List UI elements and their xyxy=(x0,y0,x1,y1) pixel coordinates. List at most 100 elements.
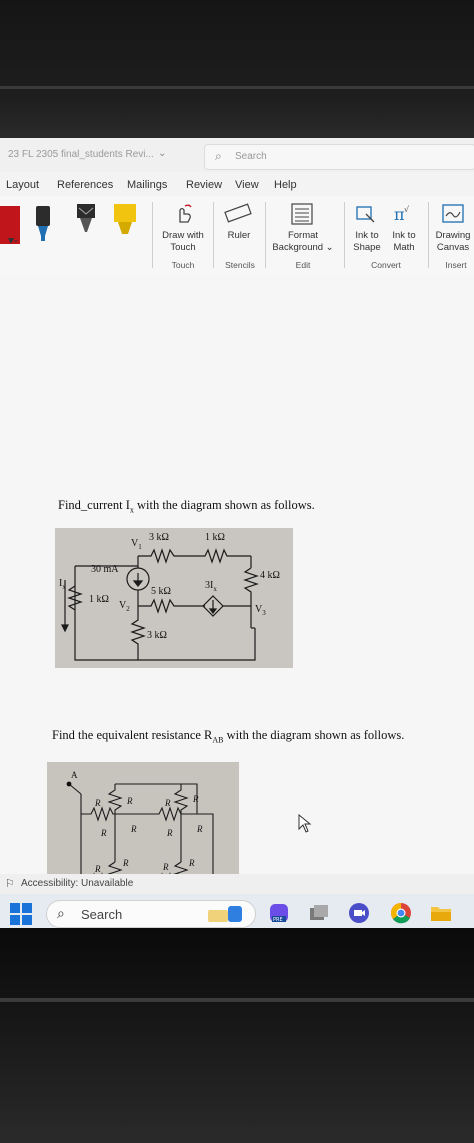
widget-icon[interactable] xyxy=(206,902,248,924)
taskbar: ⌕ Search PRE xyxy=(0,894,474,928)
ruler-button[interactable]: Ruler xyxy=(222,230,256,242)
resistor-label: R xyxy=(126,796,133,806)
format-background-icon xyxy=(291,203,313,225)
tab-mailings[interactable]: Mailings xyxy=(127,179,167,191)
ruler-label: Ruler xyxy=(227,230,251,241)
group-convert-label: Convert xyxy=(371,260,401,270)
resistor-label: R xyxy=(192,794,199,804)
current-source-label: 30 mA xyxy=(91,564,119,575)
search-box[interactable]: ⌕ Search xyxy=(204,144,474,170)
tab-references[interactable]: References xyxy=(57,179,113,191)
resistor-label: R xyxy=(94,864,101,874)
tab-review[interactable]: Review xyxy=(186,179,222,191)
accessibility-status[interactable]: Accessibility: Unavailable xyxy=(21,878,133,889)
resistor-label: R xyxy=(94,798,101,808)
r-left-label: 1 kΩ xyxy=(89,594,109,605)
tab-view[interactable]: View xyxy=(235,179,259,191)
highlighter-icon[interactable] xyxy=(112,202,138,244)
monitor-bezel-bottom xyxy=(0,928,474,1143)
monitor-bezel-top xyxy=(0,0,474,138)
tab-layout[interactable]: Layout xyxy=(6,179,39,191)
r-mid-label: 5 kΩ xyxy=(151,586,171,597)
document-page[interactable]: Find_current Ix with the diagram shown a… xyxy=(0,274,474,922)
question-1: Find_current Ix with the diagram shown a… xyxy=(58,498,315,515)
status-bar: ⚐ Accessibility: Unavailable xyxy=(0,874,474,894)
search-icon: ⌕ xyxy=(215,149,222,163)
chrome-icon[interactable] xyxy=(390,902,412,924)
resistor-label: R xyxy=(122,858,129,868)
r-bottom-label: 3 kΩ xyxy=(147,630,167,641)
divider xyxy=(344,202,345,268)
chevron-down-icon[interactable]: ⌄ xyxy=(12,234,20,245)
resistor-label: R xyxy=(100,828,107,838)
bezel-edge xyxy=(0,998,474,1002)
black-pen-icon[interactable] xyxy=(74,202,98,244)
search-icon: ⌕ xyxy=(57,905,65,921)
node-a-label: A xyxy=(71,770,78,780)
copilot-icon[interactable]: PRE xyxy=(268,902,290,924)
question-2-text-2: with the diagram shown as follows. xyxy=(223,728,405,742)
resistor-label: R xyxy=(188,858,195,868)
circuit-diagram-1: 3 kΩ 1 kΩ V1 30 mA 4 kΩ 3Ix 5 kΩ Ix 1 kΩ… xyxy=(55,528,293,668)
search-placeholder: Search xyxy=(235,151,267,162)
divider xyxy=(428,202,429,268)
question-1-text-2: with the diagram shown as follows. xyxy=(133,498,315,512)
group-edit-label: Edit xyxy=(295,260,311,270)
drawing-canvas-label-2: Canvas xyxy=(436,242,470,253)
r-right-label: 4 kΩ xyxy=(260,570,280,581)
draw-with-touch-label: Draw with xyxy=(162,230,204,241)
chevron-down-icon[interactable]: ⌄ xyxy=(158,148,166,159)
question-2-text: Find the equivalent resistance R xyxy=(52,728,213,742)
ribbon-tabs: Layout References Mailings Review View H… xyxy=(0,172,474,196)
bezel-edge xyxy=(0,86,474,89)
ink-to-math-label-2: Math xyxy=(393,242,415,253)
ink-to-math-button[interactable]: Ink to Math xyxy=(388,230,420,254)
divider xyxy=(213,202,214,268)
windows-start-icon[interactable] xyxy=(10,903,32,925)
divider xyxy=(152,202,153,268)
ribbon: ⌄ Draw with Touch Touch Ruler Stencils F… xyxy=(0,196,474,275)
draw-with-touch-button[interactable]: Draw with Touch xyxy=(158,230,208,254)
svg-text:π: π xyxy=(394,205,405,224)
tab-help[interactable]: Help xyxy=(274,179,297,191)
ink-to-shape-label: Ink to xyxy=(355,230,379,241)
drawing-canvas-button[interactable]: Drawing Canvas xyxy=(432,230,474,254)
ink-to-math-label: Ink to xyxy=(392,230,416,241)
r-top-left-label: 3 kΩ xyxy=(149,532,169,543)
document-title[interactable]: 23 FL 2305 final_students Revi... xyxy=(8,149,154,160)
ink-to-shape-button[interactable]: Ink to Shape xyxy=(350,230,384,254)
ink-to-shape-label-2: Shape xyxy=(353,242,381,253)
drawing-canvas-label: Drawing xyxy=(435,230,471,241)
mouse-cursor-icon xyxy=(298,814,312,833)
group-touch-label: Touch xyxy=(171,260,195,270)
screen: 23 FL 2305 final_students Revi... ⌄ ⌕ Se… xyxy=(0,138,474,928)
draw-with-touch-label-2: Touch xyxy=(170,242,196,253)
title-bar: 23 FL 2305 final_students Revi... ⌄ ⌕ Se… xyxy=(0,138,474,172)
ink-to-shape-icon xyxy=(356,206,375,223)
file-explorer-icon[interactable] xyxy=(430,902,452,924)
touch-hand-icon xyxy=(179,204,192,223)
group-insert-label: Insert xyxy=(445,260,467,270)
group-stencils-label: Stencils xyxy=(225,260,255,270)
blue-pen-icon[interactable] xyxy=(32,202,54,244)
ink-to-math-icon: π √ xyxy=(394,205,410,224)
resistor-label: R xyxy=(130,824,137,834)
divider xyxy=(265,202,266,268)
question-1-text: Find_current I xyxy=(58,498,130,512)
task-view-icon[interactable] xyxy=(308,902,330,924)
resistor-label: R xyxy=(196,824,203,834)
resistor-label: R xyxy=(166,828,173,838)
taskbar-search-label: Search xyxy=(81,907,123,922)
format-background-button[interactable]: Format Background ⌄ xyxy=(268,230,338,254)
ruler-icon xyxy=(224,203,252,223)
svg-text:PRE: PRE xyxy=(273,917,283,923)
resistor-label: R xyxy=(164,798,171,808)
question-2-subscript: AB xyxy=(212,735,224,745)
resistor-label: R xyxy=(162,862,169,872)
accessibility-icon: ⚐ xyxy=(5,878,15,890)
format-background-label-2: Background ⌄ xyxy=(272,242,334,253)
r-top-right-label: 1 kΩ xyxy=(205,532,225,543)
drawing-canvas-icon xyxy=(442,204,464,223)
meet-icon[interactable] xyxy=(348,902,370,924)
document-area[interactable]: Find_current Ix with the diagram shown a… xyxy=(0,274,474,922)
